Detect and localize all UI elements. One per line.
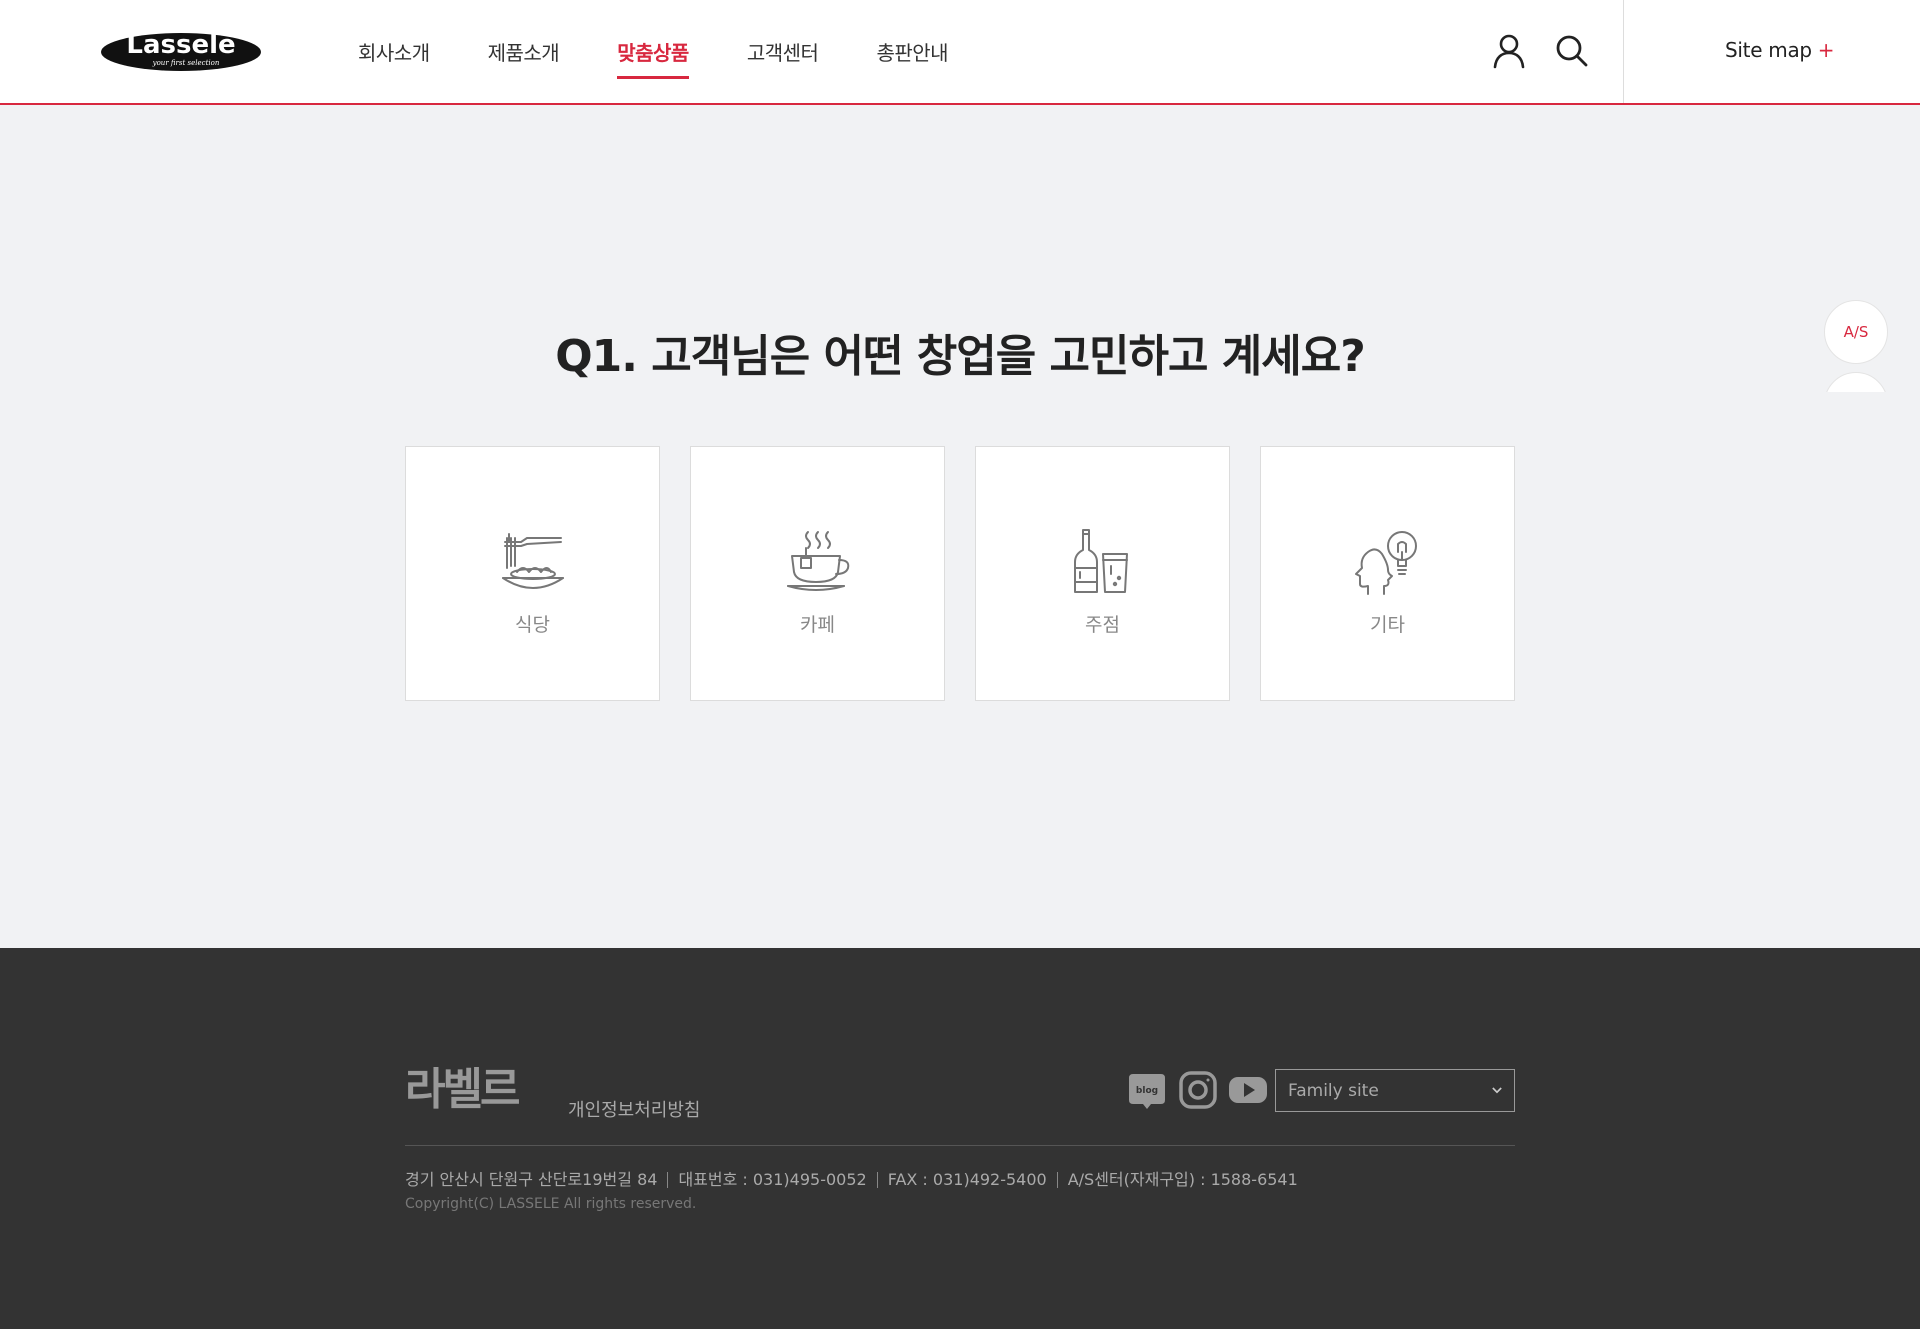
nav-customer-center[interactable]: 고객센터 bbox=[747, 0, 819, 103]
option-label: 카페 bbox=[800, 614, 835, 636]
plus-icon: + bbox=[1817, 38, 1835, 62]
copyright: Copyright(C) LASSELE All rights reserved… bbox=[405, 1196, 697, 1212]
nav-company[interactable]: 회사소개 bbox=[358, 0, 430, 103]
search-icon[interactable] bbox=[1553, 32, 1591, 70]
footer-logo: 라벨르 bbox=[405, 1060, 533, 1122]
sitemap-button[interactable]: Site map + bbox=[1725, 38, 1835, 62]
privacy-policy-link[interactable]: 개인정보처리방침 bbox=[568, 1096, 700, 1122]
user-icon[interactable] bbox=[1490, 32, 1528, 70]
option-restaurant[interactable]: 식당 bbox=[405, 446, 660, 701]
as-center-phone: A/S센터(자재구입) : 1588-6541 bbox=[1056, 1172, 1308, 1188]
chevron-down-icon bbox=[1492, 1087, 1502, 1094]
option-other[interactable]: 기타 bbox=[1260, 446, 1515, 701]
noodle-icon bbox=[501, 533, 564, 589]
blog-label: blog bbox=[1136, 1086, 1158, 1096]
blog-icon[interactable]: blog bbox=[1127, 1070, 1167, 1110]
floating-button[interactable] bbox=[1824, 372, 1888, 392]
site-footer: 라벨르 개인정보처리방침 blog Family site 경기 안산시 단원구… bbox=[0, 948, 1920, 1329]
footer-divider bbox=[405, 1145, 1515, 1146]
header-divider bbox=[1623, 0, 1624, 103]
site-header: Lassele your first selection 회사소개 제품소개 맞… bbox=[0, 0, 1920, 105]
option-cards: 식당 카페 주점 기타 bbox=[405, 446, 1515, 701]
instagram-icon[interactable] bbox=[1178, 1070, 1218, 1110]
logo-tagline: your first selection bbox=[152, 59, 220, 67]
nav-custom-products[interactable]: 맞춤상품 bbox=[617, 0, 689, 103]
option-label: 기타 bbox=[1370, 614, 1405, 636]
company-fax: FAX : 031)492-5400 bbox=[876, 1172, 1057, 1188]
logo-text: Lassele bbox=[126, 30, 235, 60]
company-phone: 대표번호 : 031)495-0052 bbox=[667, 1172, 876, 1188]
family-site-label: Family site bbox=[1288, 1080, 1379, 1101]
youtube-icon[interactable] bbox=[1228, 1070, 1268, 1110]
footer-logo-text: 라벨르 bbox=[405, 1064, 519, 1115]
sitemap-label: Site map bbox=[1725, 38, 1812, 62]
option-label: 주점 bbox=[1085, 614, 1120, 636]
option-label: 식당 bbox=[515, 614, 550, 636]
nav-distributors[interactable]: 총판안내 bbox=[876, 0, 948, 103]
as-button[interactable]: A/S bbox=[1824, 300, 1888, 364]
coffee-icon bbox=[786, 531, 849, 591]
bottle-icon bbox=[1073, 529, 1128, 593]
question-title: Q1. 고객님은 어떤 창업을 고민하고 계세요? bbox=[555, 331, 1366, 382]
lassele-logo[interactable]: Lassele your first selection bbox=[100, 26, 262, 74]
option-cafe[interactable]: 카페 bbox=[690, 446, 945, 701]
family-site-select[interactable]: Family site bbox=[1275, 1069, 1515, 1112]
company-address: 경기 안산시 단원구 산단로19번길 84 bbox=[405, 1170, 658, 1189]
main-nav: 회사소개 제품소개 맞춤상품 고객센터 총판안내 bbox=[358, 0, 1006, 103]
nav-products[interactable]: 제품소개 bbox=[488, 0, 560, 103]
company-info: 경기 안산시 단원구 산단로19번길 84 대표번호 : 031)495-005… bbox=[405, 1172, 1308, 1188]
option-pub[interactable]: 주점 bbox=[975, 446, 1230, 701]
idea-icon bbox=[1354, 531, 1417, 595]
